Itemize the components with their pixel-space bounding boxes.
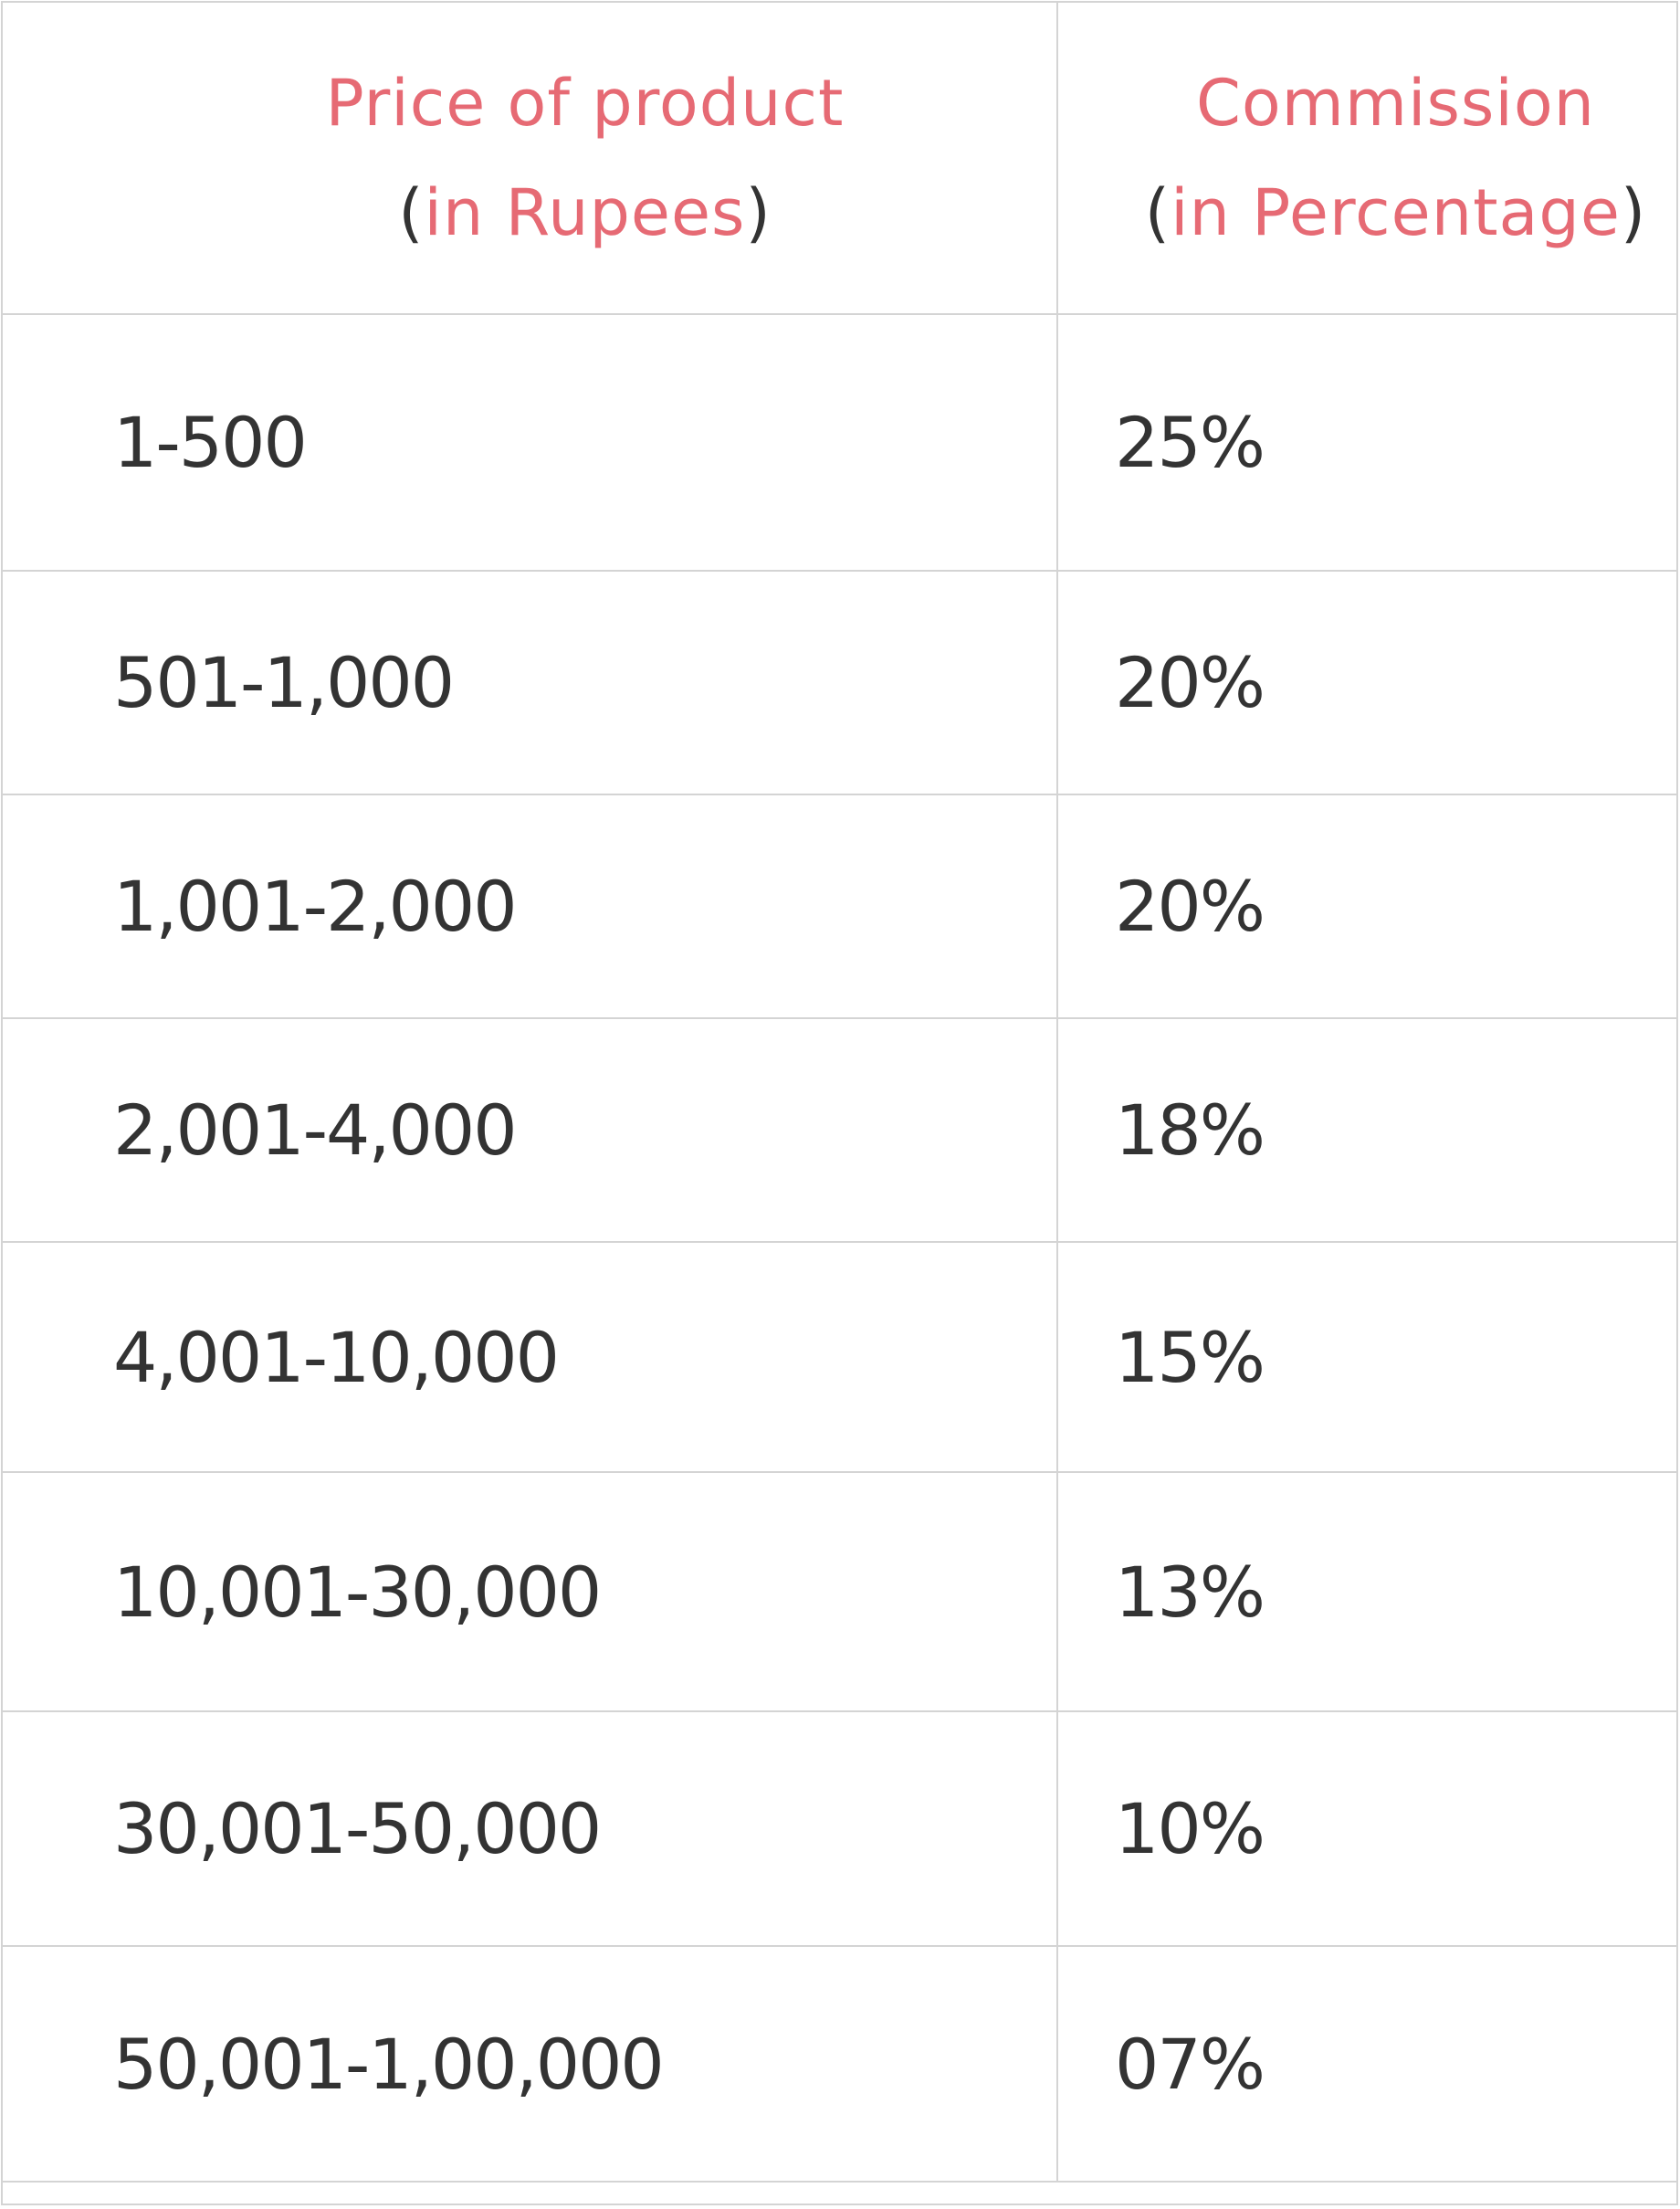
table-row-price: 30,001-50,000 bbox=[3, 1712, 1058, 1947]
commission-value: 07% bbox=[1115, 2023, 1265, 2105]
commission-value: 20% bbox=[1115, 642, 1265, 723]
table-row-commission: 25% bbox=[1058, 315, 1676, 572]
commission-value: 20% bbox=[1115, 866, 1265, 947]
table-row-price: 10,001-30,000 bbox=[3, 1473, 1058, 1712]
table-row-price: 4,001-10,000 bbox=[3, 1243, 1058, 1473]
commission-table: Price of product (in Rupees) Commission … bbox=[1, 1, 1678, 2205]
price-range: 30,001-50,000 bbox=[113, 1788, 602, 1869]
header-price-paren-open: ( bbox=[398, 175, 425, 250]
table-row-price: 501-1,000 bbox=[3, 572, 1058, 795]
commission-value: 25% bbox=[1115, 402, 1265, 483]
price-range: 1,001-2,000 bbox=[113, 866, 518, 947]
table-row-commission: 10% bbox=[1058, 1712, 1676, 1947]
table-row-price: 50,001-1,00,000 bbox=[3, 1947, 1058, 2183]
price-range: 10,001-30,000 bbox=[113, 1551, 602, 1633]
commission-value: 10% bbox=[1115, 1788, 1265, 1869]
header-price-unit: in Rupees bbox=[424, 175, 746, 250]
commission-value: 13% bbox=[1115, 1551, 1265, 1633]
price-range: 501-1,000 bbox=[113, 642, 455, 723]
price-range: 4,001-10,000 bbox=[113, 1316, 560, 1398]
table-row-commission: 15% bbox=[1058, 1243, 1676, 1473]
commission-value: 15% bbox=[1115, 1316, 1265, 1398]
header-commission-paren-close: ) bbox=[1620, 175, 1647, 250]
header-price-title: Price of product bbox=[325, 66, 845, 141]
price-range: 2,001-4,000 bbox=[113, 1089, 518, 1171]
table-row-commission: 20% bbox=[1058, 795, 1676, 1019]
table-row-price: 2,001-4,000 bbox=[3, 1019, 1058, 1243]
header-price-unit-line: (in Rupees) bbox=[398, 158, 772, 268]
header-commission-title: Commission bbox=[1195, 66, 1596, 141]
header-commission-unit: in Percentage bbox=[1171, 175, 1621, 250]
table-row-commission: 18% bbox=[1058, 1019, 1676, 1243]
price-range: 1-500 bbox=[113, 402, 308, 483]
header-commission-paren-open: ( bbox=[1144, 175, 1171, 250]
price-range: 50,001-1,00,000 bbox=[113, 2023, 665, 2105]
header-commission-unit-line: (in Percentage) bbox=[1145, 158, 1646, 268]
header-price: Price of product (in Rupees) bbox=[3, 3, 1058, 315]
header-commission: Commission (in Percentage) bbox=[1058, 3, 1676, 315]
table-row-price: 1,001-2,000 bbox=[3, 795, 1058, 1019]
table-row-commission: 07% bbox=[1058, 1947, 1676, 2183]
commission-value: 18% bbox=[1115, 1089, 1265, 1171]
table-row-commission: 20% bbox=[1058, 572, 1676, 795]
header-price-paren-close: ) bbox=[745, 175, 772, 250]
table-row-price: 1-500 bbox=[3, 315, 1058, 572]
table-row-commission: 13% bbox=[1058, 1473, 1676, 1712]
